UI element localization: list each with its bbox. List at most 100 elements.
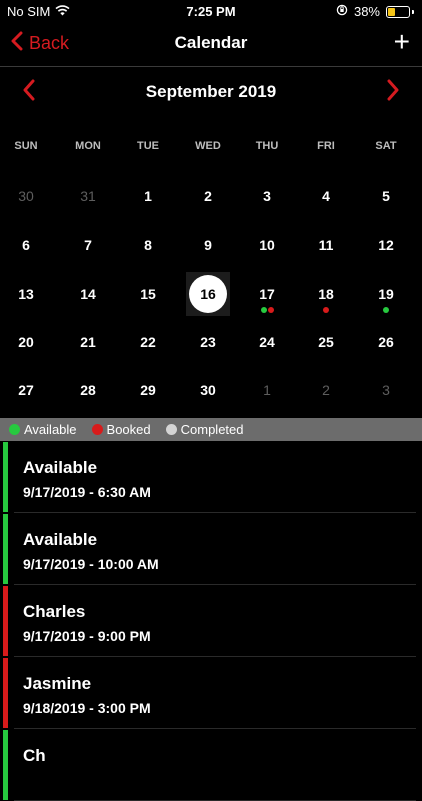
day-number: 3 xyxy=(263,188,271,204)
weekday-label: THU xyxy=(255,140,279,152)
day-number: 29 xyxy=(140,382,156,398)
day-cell[interactable]: 31 xyxy=(66,174,110,218)
event-title: Charles xyxy=(23,602,86,621)
day-cell[interactable]: 7 xyxy=(66,223,110,267)
day-cell[interactable]: 12 xyxy=(364,223,408,267)
day-cell[interactable]: 6 xyxy=(4,223,48,267)
day-cell[interactable]: 11 xyxy=(304,223,348,267)
event-row[interactable]: Ch xyxy=(0,729,422,801)
day-number: 21 xyxy=(80,334,96,350)
weekday-label: WED xyxy=(195,140,221,152)
day-number: 15 xyxy=(140,286,156,302)
day-cell[interactable]: 29 xyxy=(126,368,170,412)
day-cell[interactable]: 3 xyxy=(245,174,289,218)
day-cell[interactable]: 1 xyxy=(245,368,289,412)
day-number: 16 xyxy=(200,286,216,302)
day-cell[interactable]: 3 xyxy=(364,368,408,412)
day-cell[interactable]: 23 xyxy=(186,320,230,364)
day-cell[interactable]: 17 xyxy=(245,272,289,316)
day-cell[interactable]: 9 xyxy=(186,223,230,267)
event-title: Ch xyxy=(23,746,46,765)
day-number: 5 xyxy=(382,188,390,204)
day-number: 26 xyxy=(378,334,394,350)
day-cell[interactable]: 2 xyxy=(304,368,348,412)
day-number: 24 xyxy=(259,334,275,350)
weekday-label: SAT xyxy=(375,140,397,152)
day-cell[interactable]: 21 xyxy=(66,320,110,364)
day-cell[interactable]: 28 xyxy=(66,368,110,412)
day-number: 22 xyxy=(140,334,156,350)
day-cell[interactable]: 25 xyxy=(304,320,348,364)
event-status-bar xyxy=(3,514,8,584)
event-row[interactable]: Available 9/17/2019 - 6:30 AM xyxy=(0,441,422,513)
weekday-label: MON xyxy=(75,140,101,152)
green-event-dot xyxy=(383,307,389,313)
event-status-bar xyxy=(3,442,8,512)
event-title: Available xyxy=(23,458,98,477)
day-number: 11 xyxy=(318,237,334,253)
event-row[interactable]: Jasmine 9/18/2019 - 3:00 PM xyxy=(0,657,422,729)
day-cell[interactable]: 19 xyxy=(364,272,408,316)
day-cell[interactable]: 20 xyxy=(4,320,48,364)
orientation-lock-icon xyxy=(336,4,348,19)
day-number: 8 xyxy=(144,237,152,253)
legend-item: Booked xyxy=(91,422,151,437)
day-number: 27 xyxy=(18,382,34,398)
day-cell[interactable]: 2 xyxy=(186,174,230,218)
legend-label: Booked xyxy=(106,422,151,437)
day-number: 1 xyxy=(144,188,152,204)
status-legend: Available Booked Completed xyxy=(0,418,422,441)
day-number: 2 xyxy=(322,382,330,398)
legend-item: Available xyxy=(9,422,77,437)
weekday-label: SUN xyxy=(14,140,38,152)
day-cell[interactable]: 8 xyxy=(126,223,170,267)
status-bar: No SIM 7:25 PM 38% xyxy=(0,0,422,24)
event-row[interactable]: Charles 9/17/2019 - 9:00 PM xyxy=(0,585,422,657)
day-cell[interactable]: 13 xyxy=(4,272,48,316)
day-number: 30 xyxy=(200,382,216,398)
green-event-dot xyxy=(260,307,267,313)
day-cell[interactable]: 26 xyxy=(364,320,408,364)
day-cell[interactable]: 14 xyxy=(66,272,110,316)
next-month-button[interactable] xyxy=(386,79,400,106)
selected-day-circle: 16 xyxy=(189,275,227,313)
weekday-header: SUN MON TUE WED THU FRI SAT xyxy=(0,140,422,156)
event-datetime: 9/18/2019 - 3:00 PM xyxy=(23,700,151,716)
day-cell[interactable]: 4 xyxy=(304,174,348,218)
day-cell[interactable]: 22 xyxy=(126,320,170,364)
event-status-bar xyxy=(3,658,8,728)
day-cell[interactable]: 24 xyxy=(245,320,289,364)
day-cell[interactable]: 27 xyxy=(4,368,48,412)
day-number: 30 xyxy=(18,188,34,204)
event-dots xyxy=(245,307,289,313)
event-row[interactable]: Available 9/17/2019 - 10:00 AM xyxy=(0,513,422,585)
day-number: 14 xyxy=(80,286,96,302)
day-number: 19 xyxy=(378,286,394,302)
page-title: Calendar xyxy=(174,33,248,52)
day-cell[interactable]: 30 xyxy=(186,368,230,412)
day-number: 2 xyxy=(204,188,212,204)
event-dots xyxy=(304,307,348,313)
event-status-bar xyxy=(3,730,8,800)
day-cell[interactable]: 10 xyxy=(245,223,289,267)
legend-item: Completed xyxy=(165,422,244,437)
event-datetime: 9/17/2019 - 10:00 AM xyxy=(23,556,159,572)
legend-label: Available xyxy=(24,422,77,437)
battery-percent: 38% xyxy=(353,4,380,19)
day-number: 13 xyxy=(18,286,34,302)
day-cell[interactable]: 18 xyxy=(304,272,348,316)
day-cell-selected[interactable]: 16 xyxy=(186,272,230,316)
day-number: 10 xyxy=(259,237,275,253)
day-number: 7 xyxy=(84,237,92,253)
day-cell[interactable]: 5 xyxy=(364,174,408,218)
red-event-dot xyxy=(267,307,274,313)
add-button[interactable]: + xyxy=(394,28,410,56)
day-cell[interactable]: 30 xyxy=(4,174,48,218)
day-cell[interactable]: 1 xyxy=(126,174,170,218)
day-number: 4 xyxy=(322,188,330,204)
weekday-label: TUE xyxy=(137,140,159,152)
day-number: 20 xyxy=(18,334,34,350)
day-cell[interactable]: 15 xyxy=(126,272,170,316)
day-number: 31 xyxy=(80,188,96,204)
event-datetime: 9/17/2019 - 9:00 PM xyxy=(23,628,151,644)
